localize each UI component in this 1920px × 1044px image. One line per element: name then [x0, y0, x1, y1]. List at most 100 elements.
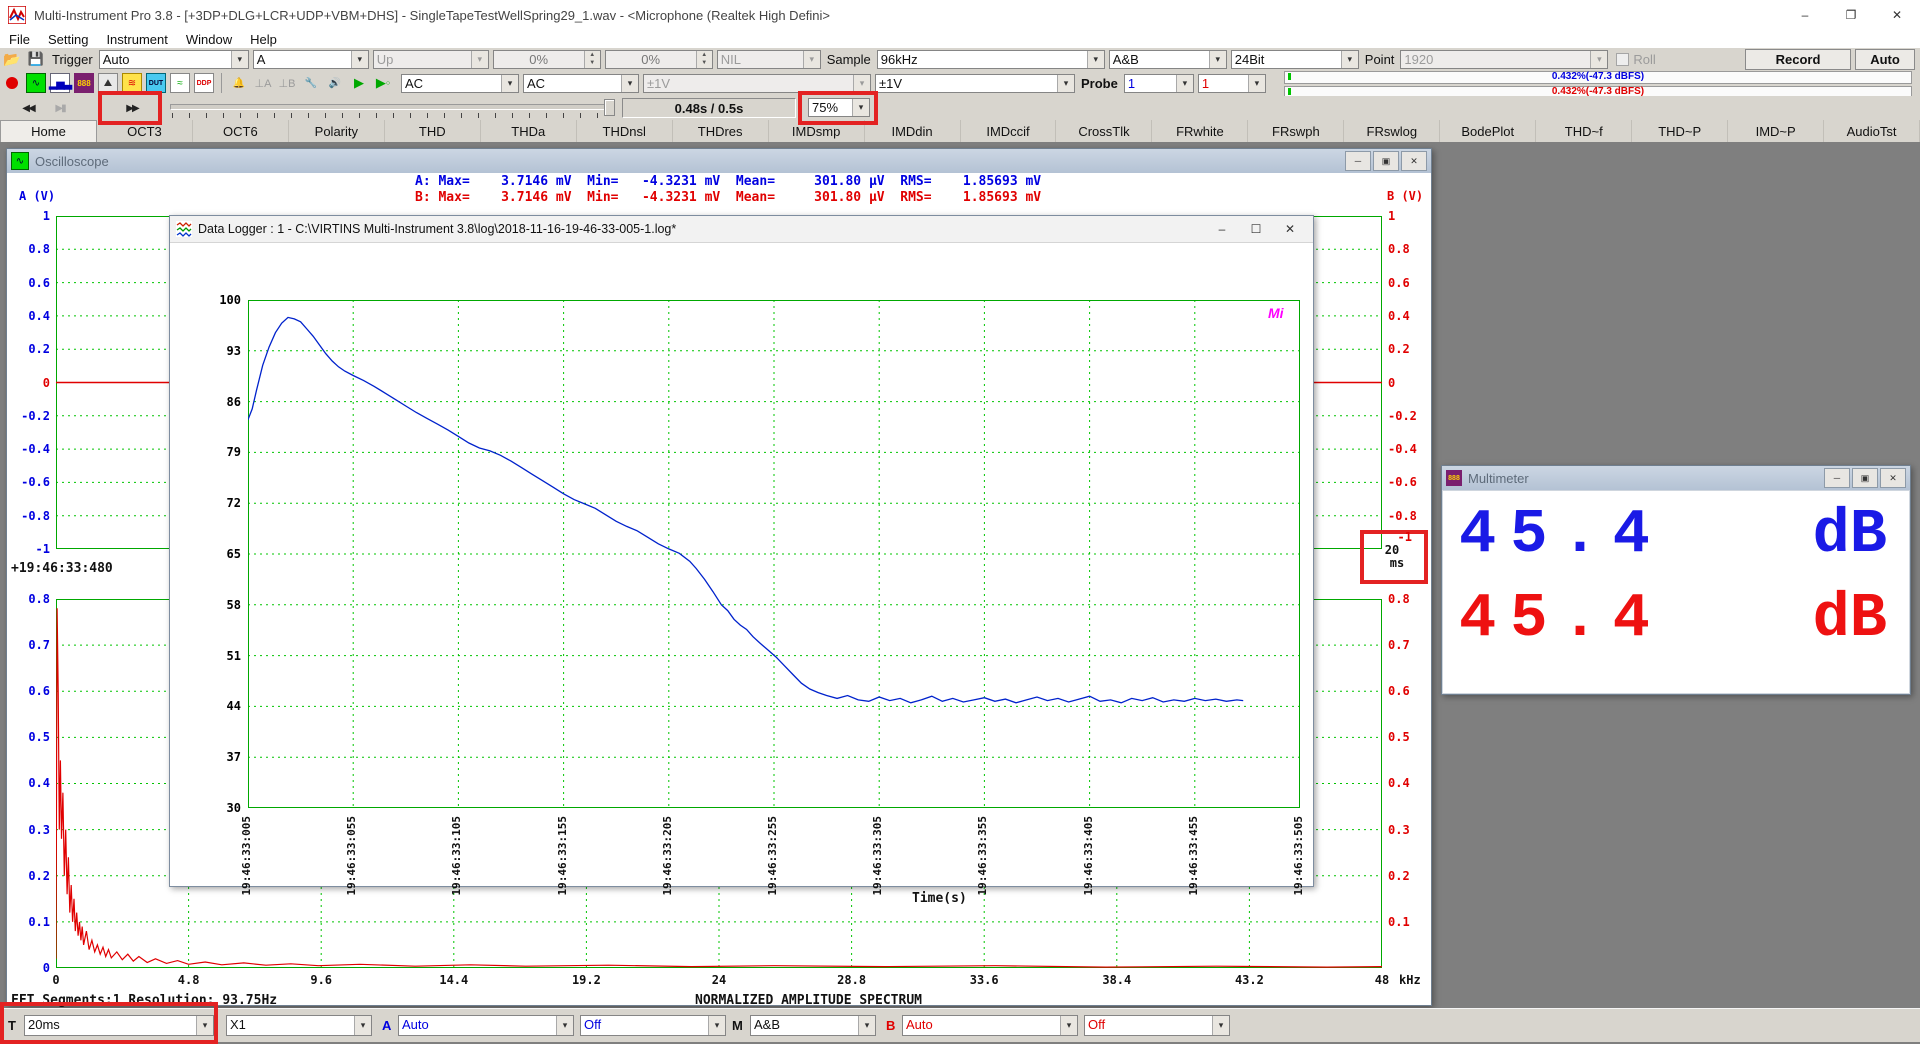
tab-audiotst[interactable]: AudioTst	[1824, 120, 1920, 142]
menu-file[interactable]: File	[0, 32, 39, 47]
channel-b-range-select[interactable]: Auto	[902, 1015, 1078, 1036]
oscilloscope-icon[interactable]: ∿	[26, 73, 46, 93]
time-tick-label: 19:46:33:105	[450, 816, 463, 895]
probe-b-select[interactable]: 1	[1198, 74, 1266, 93]
tab-imdccif[interactable]: IMDccif	[961, 120, 1057, 142]
data-logger-title-bar[interactable]: Data Logger : 1 - C:\VIRTINS Multi-Instr…	[170, 216, 1313, 243]
restore-icon[interactable]: ▣	[1852, 468, 1878, 488]
tab-bodeplot[interactable]: BodePlot	[1440, 120, 1536, 142]
sweep-time-select[interactable]: 20ms	[24, 1015, 214, 1036]
tab-thdres[interactable]: THDres	[673, 120, 769, 142]
record-button[interactable]: Record	[1745, 49, 1851, 70]
tab-polarity[interactable]: Polarity	[289, 120, 385, 142]
scope-right-axis-top: 10.80.60.40.20-0.2-0.4-0.6-0.8	[1385, 216, 1431, 549]
restore-icon[interactable]: ▣	[1373, 151, 1399, 171]
maximize-icon[interactable]: ☐	[1239, 217, 1273, 241]
tab-home[interactable]: Home	[0, 120, 97, 142]
multimeter-title-bar[interactable]: 888 Multimeter ─ ▣ ✕	[1442, 466, 1910, 490]
axis-tick-label: -1	[36, 542, 50, 556]
channel-a-range-select[interactable]: Auto	[398, 1015, 574, 1036]
axis-tick-label: -0.4	[1388, 442, 1417, 456]
close-icon[interactable]: ✕	[1880, 468, 1906, 488]
save-file-icon[interactable]: 💾	[26, 49, 46, 69]
speed-percent-select[interactable]: 75%	[808, 98, 870, 117]
tab-imd~p[interactable]: IMD~P	[1728, 120, 1824, 142]
menu-instrument[interactable]: Instrument	[97, 32, 176, 47]
menu-setting[interactable]: Setting	[39, 32, 97, 47]
sampling-rate-select[interactable]: 96kHz	[877, 50, 1105, 69]
dut-test-icon[interactable]: DUT	[146, 73, 166, 93]
tab-thd[interactable]: THD	[385, 120, 481, 142]
spectrum-3d-plot-icon[interactable]: ⛰	[98, 73, 118, 93]
trigger-delay-spinner[interactable]: 0% ▲▼	[605, 50, 713, 69]
axis-tick-label: 0.1	[1388, 915, 1410, 929]
play-record-icon[interactable]: ▶○	[373, 73, 393, 93]
math-channel-select[interactable]: A&B	[750, 1015, 876, 1036]
spinner-arrows-icon[interactable]: ▲▼	[696, 51, 712, 68]
trigger-level-spinner[interactable]: 0% ▲▼	[493, 50, 601, 69]
minimize-icon[interactable]: –	[1782, 0, 1828, 30]
tab-thd~p[interactable]: THD~P	[1632, 120, 1728, 142]
tab-thd~f[interactable]: THD~f	[1536, 120, 1632, 142]
data-logger-icon[interactable]: ≈	[170, 73, 190, 93]
trigger-mode-select[interactable]: Auto	[99, 50, 249, 69]
minimize-icon[interactable]: ─	[1345, 151, 1371, 171]
multimeter-icon[interactable]: 888	[74, 73, 94, 93]
axis-tick-label: 0.7	[28, 638, 50, 652]
maximize-icon[interactable]: ❐	[1828, 0, 1874, 30]
channel-a-function-select[interactable]: Off	[580, 1015, 726, 1036]
range-b-select[interactable]: ±1V	[875, 74, 1075, 93]
tab-thda[interactable]: THDa	[481, 120, 577, 142]
play-icon[interactable]: ▶	[349, 73, 369, 93]
tab-oct3[interactable]: OCT3	[97, 120, 193, 142]
menu-window[interactable]: Window	[177, 32, 241, 47]
axis-tick-label: 30	[227, 801, 241, 815]
tab-thdnsl[interactable]: THDnsl	[577, 120, 673, 142]
scope-frequency-axis: 04.89.614.419.22428.833.638.443.248	[56, 973, 1382, 989]
toolbar-instruments: ∿ ▂▅▃ 888 ⛰ ≋ DUT ≈ DDP 🔔 ⊥A ⊥B 🔧 🔊 ▶ ▶○…	[0, 70, 1920, 97]
chevron-down-icon	[852, 99, 869, 116]
coupling-b-select[interactable]: AC	[523, 74, 639, 93]
scope-stats-a: A: Max= 3.7146 mV Min= -4.3231 mV Mean= …	[415, 174, 1041, 189]
record-icon[interactable]	[2, 73, 22, 93]
mute-icon[interactable]: 🔔	[229, 73, 249, 93]
channel-b-function-select[interactable]: Off	[1084, 1015, 1230, 1036]
signal-generator-icon[interactable]: ≋	[122, 73, 142, 93]
tab-frswph[interactable]: FRswph	[1248, 120, 1344, 142]
sampling-channels-select[interactable]: A&B	[1109, 50, 1227, 69]
tab-frswlog[interactable]: FRswlog	[1344, 120, 1440, 142]
position-slider[interactable]	[170, 104, 614, 110]
oscilloscope-title-bar[interactable]: ∿ Oscilloscope ─ ▣ ✕	[7, 149, 1431, 173]
close-icon[interactable]: ✕	[1874, 0, 1920, 30]
probe-a-select[interactable]: 1	[1124, 74, 1194, 93]
trigger-source-select[interactable]: A	[253, 50, 369, 69]
tab-imdsmp[interactable]: IMDsmp	[769, 120, 865, 142]
spinner-arrows-icon[interactable]: ▲▼	[584, 51, 600, 68]
tab-frwhite[interactable]: FRwhite	[1152, 120, 1248, 142]
axis-tick-label: 0	[43, 376, 50, 390]
coupling-a-select[interactable]: AC	[401, 74, 519, 93]
frequency-tick-label: 38.4	[1102, 973, 1131, 987]
tab-imddin[interactable]: IMDdin	[865, 120, 961, 142]
tab-oct6[interactable]: OCT6	[193, 120, 289, 142]
menu-help[interactable]: Help	[241, 32, 286, 47]
minimize-icon[interactable]: ─	[1824, 468, 1850, 488]
multiplier-select[interactable]: X1	[226, 1015, 372, 1036]
close-icon[interactable]: ✕	[1401, 151, 1427, 171]
sampling-bits-select[interactable]: 24Bit	[1231, 50, 1359, 69]
auto-scale-button[interactable]: Auto	[1855, 49, 1915, 70]
tab-crosstlk[interactable]: CrossTlk	[1056, 120, 1152, 142]
time-tick-label: 19:46:33:205	[661, 816, 674, 895]
axis-tick-label: 0.2	[28, 869, 50, 883]
rewind-button[interactable]: ◀◀	[14, 98, 42, 119]
close-icon[interactable]: ✕	[1273, 217, 1307, 241]
spectrum-analyzer-icon[interactable]: ▂▅▃	[50, 73, 70, 93]
minimize-icon[interactable]: –	[1205, 217, 1239, 241]
ddp-viewer-icon[interactable]: DDP	[194, 73, 214, 93]
open-file-icon[interactable]: 📂	[2, 49, 22, 69]
sound-device-icon[interactable]: 🔊	[325, 73, 345, 93]
fast-forward-button[interactable]: ▶▶	[118, 98, 146, 119]
mdi-workspace: ∿ Oscilloscope ─ ▣ ✕ A: Max= 3.7146 mV M…	[0, 142, 1920, 1008]
calibration-icon[interactable]: 🔧	[301, 73, 321, 93]
scope-right-axis-bottom: 0.80.70.60.50.40.30.20.1	[1385, 599, 1431, 968]
